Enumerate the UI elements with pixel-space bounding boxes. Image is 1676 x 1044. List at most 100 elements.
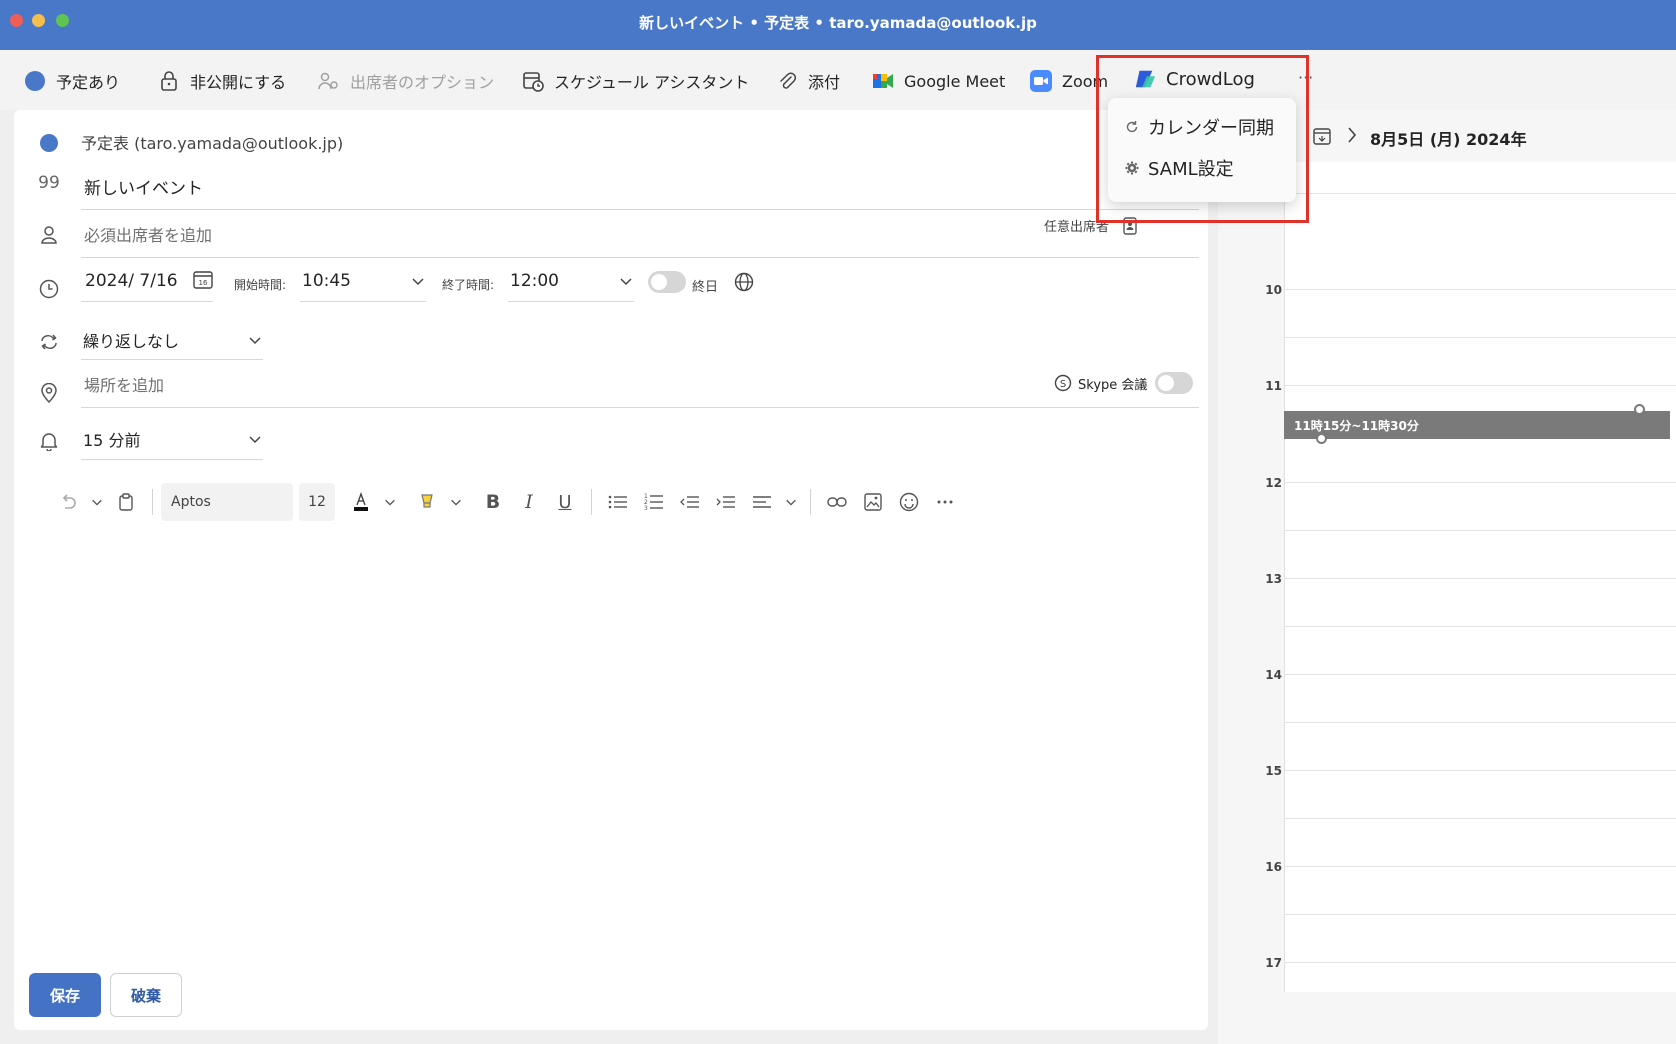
- skype-toggle[interactable]: [1155, 372, 1194, 394]
- discard-button[interactable]: 破棄: [110, 973, 182, 1017]
- align-chevron-icon[interactable]: [780, 484, 802, 520]
- recurrence-dropdown[interactable]: 繰り返しなし: [81, 320, 263, 360]
- person-icon: [38, 224, 60, 246]
- day-time-grid[interactable]: [1284, 162, 1676, 992]
- bold-icon[interactable]: B: [475, 484, 511, 520]
- reminder-dropdown[interactable]: 15 分前: [81, 418, 263, 460]
- busy-status-label: 予定あり: [56, 73, 121, 92]
- italic-icon[interactable]: I: [511, 484, 547, 520]
- bell-icon: [38, 430, 60, 452]
- hour-gridline: [1285, 578, 1676, 579]
- undo-icon[interactable]: [50, 484, 86, 520]
- location-placeholder: 場所を追加: [84, 375, 165, 395]
- google-meet-button[interactable]: Google Meet: [872, 68, 1005, 94]
- people-settings-icon: [318, 70, 340, 92]
- hour-label: 13: [1265, 572, 1282, 586]
- highlighter-chevron-icon[interactable]: [445, 484, 467, 520]
- recurrence-value: 繰り返しなし: [83, 331, 180, 351]
- all-day-toggle[interactable]: [648, 271, 686, 293]
- calendar-selector[interactable]: 予定表 (taro.yamada@outlook.jp): [81, 130, 343, 154]
- busy-status-button[interactable]: 予定あり: [24, 68, 120, 94]
- google-meet-label: Google Meet: [904, 71, 1006, 91]
- highlighter-icon[interactable]: [409, 484, 445, 520]
- required-attendees-input[interactable]: 必須出席者を追加: [81, 210, 1199, 258]
- toolbar-divider: [810, 489, 811, 515]
- chevron-down-icon: [247, 332, 263, 348]
- draft-event-time: 11時15分~11時30分: [1294, 418, 1419, 433]
- calendar-picker-icon[interactable]: 16: [193, 270, 213, 290]
- event-title-input[interactable]: 新しいイベント: [81, 164, 1199, 210]
- half-hour-gridline: [1285, 914, 1676, 915]
- chevron-down-icon: [410, 273, 426, 289]
- svg-text:3: 3: [644, 505, 648, 511]
- half-hour-gridline: [1285, 530, 1676, 531]
- busy-status-icon: [24, 70, 46, 92]
- emoji-icon[interactable]: [891, 484, 927, 520]
- align-left-icon[interactable]: [744, 484, 780, 520]
- schedule-assistant-label: スケジュール アシスタント: [554, 73, 750, 92]
- editor-toolbar: Aptos 12 B I U 123: [50, 482, 963, 522]
- chevron-down-icon: [618, 273, 634, 289]
- more-formatting-icon[interactable]: [927, 484, 963, 520]
- toolbar-divider: [152, 489, 153, 515]
- private-button[interactable]: 非公開にする: [158, 68, 286, 94]
- hour-label: 11: [1265, 379, 1282, 393]
- event-resize-handle-bottom[interactable]: [1316, 433, 1327, 444]
- end-time-label: 終了時間:: [442, 278, 495, 292]
- font-size-input[interactable]: 12: [299, 483, 335, 521]
- hour-label: 14: [1265, 668, 1282, 682]
- paperclip-icon: [776, 70, 798, 92]
- decrease-indent-icon[interactable]: [672, 484, 708, 520]
- hour-gridline: [1285, 193, 1676, 194]
- start-time-label: 開始時間:: [234, 278, 287, 292]
- hour-gridline: [1285, 770, 1676, 771]
- hour-gridline: [1285, 482, 1676, 483]
- font-color-chevron-icon[interactable]: [379, 484, 401, 520]
- image-icon[interactable]: [855, 484, 891, 520]
- svg-text:S: S: [1060, 379, 1066, 390]
- schedule-assistant-button[interactable]: スケジュール アシスタント: [522, 68, 749, 94]
- increase-indent-icon[interactable]: [708, 484, 744, 520]
- date-value: 2024/ 7/16: [85, 270, 178, 291]
- hour-label: 16: [1265, 860, 1282, 874]
- undo-dropdown-chevron-icon[interactable]: [86, 484, 108, 520]
- hour-label: 15: [1265, 764, 1282, 778]
- calendar-current-date: 8月5日 (月) 2024年: [1370, 130, 1527, 149]
- location-pin-icon: [38, 382, 60, 404]
- start-time-dropdown[interactable]: 10:45: [300, 260, 426, 302]
- attendee-options-label: 出席者のオプション: [350, 73, 495, 92]
- event-resize-handle-top[interactable]: [1634, 404, 1645, 415]
- bullet-list-icon[interactable]: [600, 484, 636, 520]
- underline-icon[interactable]: U: [547, 484, 583, 520]
- date-input[interactable]: 2024/ 7/16 16: [81, 260, 213, 302]
- end-time-value: 12:00: [510, 270, 559, 291]
- required-attendees-placeholder: 必須出席者を追加: [84, 225, 213, 245]
- link-icon[interactable]: [819, 484, 855, 520]
- end-time-dropdown[interactable]: 12:00: [508, 260, 634, 302]
- draft-event-block[interactable]: 11時15分~11時30分: [1284, 411, 1670, 439]
- attendee-options-button[interactable]: 出席者のオプション: [318, 68, 494, 94]
- window-title: 新しいイベント • 予定表 • taro.yamada@outlook.jp: [639, 14, 1037, 32]
- save-button[interactable]: 保存: [29, 973, 101, 1017]
- attach-button[interactable]: 添付: [776, 68, 840, 94]
- event-body-editor[interactable]: [50, 530, 1180, 960]
- clipboard-icon[interactable]: [108, 484, 144, 520]
- event-title-value: 新しいイベント: [84, 179, 203, 199]
- next-day-chevron-icon[interactable]: [1346, 126, 1358, 144]
- hour-gridline: [1285, 385, 1676, 386]
- today-calendar-icon[interactable]: [1312, 126, 1332, 146]
- calendar-color-icon: [38, 132, 60, 154]
- location-input[interactable]: 場所を追加: [81, 360, 1199, 408]
- hour-gridline: [1285, 866, 1676, 867]
- chevron-down-icon: [247, 431, 263, 447]
- start-time-value: 10:45: [302, 270, 351, 291]
- hour-gridline: [1285, 962, 1676, 963]
- numbered-list-icon[interactable]: 123: [636, 484, 672, 520]
- font-color-icon[interactable]: [343, 484, 379, 520]
- globe-icon[interactable]: [734, 272, 754, 292]
- font-family-input[interactable]: Aptos: [161, 483, 293, 521]
- hour-gridline: [1285, 674, 1676, 675]
- highlight-annotation-box: [1096, 55, 1309, 223]
- calendar-day-panel: 8月5日 (月) 2024年 10 11 12 13 14 15 16 17 1…: [1218, 110, 1676, 1044]
- half-hour-gridline: [1285, 722, 1676, 723]
